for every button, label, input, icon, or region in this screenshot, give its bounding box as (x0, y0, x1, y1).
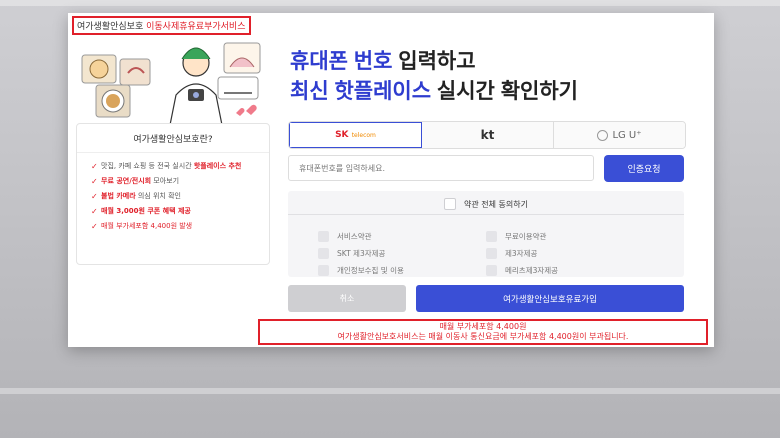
verify-request-button[interactable]: 인증요청 (604, 155, 684, 182)
cancel-button[interactable]: 취소 (288, 285, 406, 312)
hero-input-text: 입력하고 (398, 50, 476, 73)
check-icon: ✓ (91, 192, 98, 201)
agree-all-label: 약관 전체 동의하기 (464, 199, 528, 209)
term-checkbox[interactable] (486, 231, 497, 242)
lgu-logo: LG U⁺ (612, 129, 642, 141)
hero-phone-number-text: 휴대폰 번호 (290, 50, 393, 73)
term-checkbox[interactable] (318, 231, 329, 242)
term-item[interactable]: 무료이용약관 (486, 231, 546, 242)
carrier-option-lgu[interactable]: LG U⁺ (554, 122, 685, 148)
benefit-item: ✓ 맛집, 카페 쇼핑 등 전국 실시간 핫플레이스 추천 (91, 162, 242, 171)
service-signup-card: 여가생활안심보호 이동사제휴유료부가서비스 휴대폰 번호 입력하고 최신 핫플레… (68, 13, 714, 347)
hero-headline: 휴대폰 번호 입력하고 최신 핫플레이스 실시간 확인하기 (290, 47, 578, 107)
benefit-item: ✓ 매월 3,000원 쿠폰 혜택 제공 (91, 207, 191, 216)
term-item[interactable]: 개인정보수집 및 이용 (318, 265, 404, 276)
check-icon: ✓ (91, 207, 98, 216)
carrier-option-skt[interactable]: SK telecom (289, 122, 422, 148)
term-item[interactable]: SKT 제3자제공 (318, 248, 385, 259)
benefit-item: ✓ 매월 부가세포함 4,400원 발생 (91, 222, 193, 231)
billing-notice: 매월 부가세포함 4,400원 여가생활안심보호서비스는 매월 이동사 통신요금… (258, 319, 708, 345)
skt-logo: SK telecom (335, 130, 376, 140)
hero-line-2: 최신 핫플레이스 실시간 확인하기 (290, 77, 578, 107)
agree-all-row[interactable]: 약관 전체 동의하기 (288, 194, 684, 215)
term-checkbox[interactable] (486, 265, 497, 276)
term-item[interactable]: 서비스약관 (318, 231, 372, 242)
carrier-selector: SK telecom kt LG U⁺ (288, 121, 686, 149)
benefit-item: ✓ 무료 공연/전시회 모아보기 (91, 177, 180, 186)
carrier-option-kt[interactable]: kt (422, 122, 554, 148)
check-icon: ✓ (91, 177, 98, 186)
background-strip (0, 0, 780, 6)
term-checkbox[interactable] (318, 265, 329, 276)
kt-logo: kt (480, 128, 495, 142)
banner-service-name: 여가생활안심보호 (77, 22, 144, 32)
terms-agreement-box: 약관 전체 동의하기 서비스약관 SKT 제3자제공 개인정보수집 및 이용 무… (288, 191, 684, 277)
info-title: 여가생활안심보호란? (77, 124, 269, 153)
hero-line-1: 휴대폰 번호 입력하고 (290, 47, 578, 77)
hotplace-illustration (81, 42, 261, 126)
agree-all-checkbox[interactable] (444, 198, 457, 210)
notice-line-1: 매월 부가세포함 4,400원 (439, 322, 527, 331)
background-strip (0, 388, 780, 394)
term-checkbox[interactable] (486, 248, 497, 259)
benefit-list: ✓ 맛집, 카페 쇼핑 등 전국 실시간 핫플레이스 추천 ✓ 무료 공연/전시회 … (77, 153, 269, 232)
term-item[interactable]: 메리츠제3자제공 (486, 265, 558, 276)
paid-signup-button[interactable]: 여가생활안심보호유료가입 (416, 285, 684, 312)
benefit-item: ✓ 불법 카메라 의심 위치 확인 (91, 192, 181, 201)
term-item[interactable]: 제3자제공 (486, 248, 537, 259)
notice-line-2: 여가생활안심보호서비스는 매월 이동사 통신요금에 부가세포함 4,400원이 … (337, 332, 629, 341)
term-checkbox[interactable] (318, 248, 329, 259)
check-icon: ✓ (91, 222, 98, 231)
hero-hotplace-text: 최신 핫플레이스 (290, 80, 432, 103)
service-info-box: 여가생활안심보호란? ✓ 맛집, 카페 쇼핑 등 전국 실시간 핫플레이스 추천 … (76, 123, 270, 265)
banner-service-type: 이동사제휴유료부가서비스 (146, 22, 246, 32)
hero-realtime-text: 실시간 확인하기 (436, 80, 578, 103)
phone-number-input[interactable] (288, 155, 594, 181)
lg-circle-icon (597, 129, 609, 141)
check-icon: ✓ (91, 162, 98, 171)
